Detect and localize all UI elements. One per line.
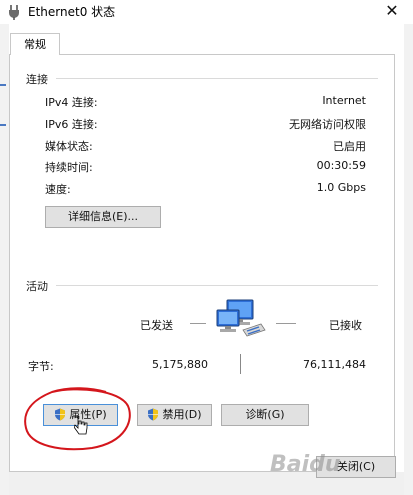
speed-value: 1.0 Gbps [316,181,366,194]
edge-marker [0,84,6,86]
ipv6-label: IPv6 连接: [45,118,98,131]
ipv4-label: IPv4 连接: [45,96,98,109]
sent-bytes-value: 5,175,880 [152,358,208,371]
mouse-cursor-icon [74,415,88,435]
media-state-value: 已启用 [333,140,366,153]
close-window-button[interactable]: ✕ [376,0,408,22]
uac-shield-icon [148,408,159,421]
title-bar: Ethernet0 状态 ✕ [0,0,413,24]
details-button[interactable]: 详细信息(E)... [45,206,161,228]
activity-separator [240,354,241,374]
activity-group-title: 活动 [26,280,48,293]
network-computers-icon [216,299,266,337]
duration-value: 00:30:59 [316,159,366,172]
media-state-label: 媒体状态: [45,140,93,153]
duration-label: 持续时间: [45,161,93,174]
network-adapter-icon [9,5,19,20]
connection-group-title: 连接 [26,73,48,86]
sent-label: 已发送 [140,319,173,332]
received-label: 已接收 [329,319,362,332]
ipv6-value: 无网络访问权限 [289,118,366,131]
uac-shield-icon [55,408,66,421]
window-title: Ethernet0 状态 [28,5,116,19]
edge-marker [0,124,6,126]
disable-button-label: 禁用(D) [162,408,202,421]
group-divider [56,285,378,286]
watermark-logo: Baidu [270,452,341,477]
sent-line [190,323,206,324]
background-window-edge-right [404,24,413,495]
diagnose-button[interactable]: 诊断(G) [221,404,309,426]
disable-button[interactable]: 禁用(D) [137,404,212,426]
bytes-label: 字节: [28,360,54,373]
speed-label: 速度: [45,183,71,196]
received-bytes-value: 76,111,484 [303,358,366,371]
background-window-edge-left [0,24,9,495]
received-line [276,323,296,324]
tab-general[interactable]: 常规 [10,33,60,55]
ipv4-value: Internet [322,94,366,107]
group-divider [56,78,378,79]
